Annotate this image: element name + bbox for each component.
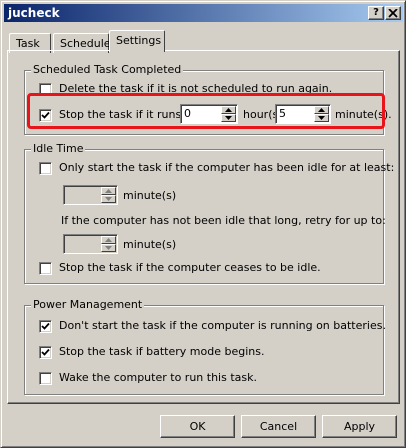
minutes-down-button[interactable] bbox=[314, 114, 329, 122]
apply-button[interactable]: Apply bbox=[322, 415, 397, 438]
checkmark-icon bbox=[41, 111, 50, 119]
idle-minutes-spinner[interactable] bbox=[63, 185, 118, 205]
window-title: jucheck bbox=[8, 6, 60, 20]
hours-spinner-buttons bbox=[221, 106, 236, 122]
arrow-up-icon bbox=[225, 108, 232, 112]
retry-minutes-spinner[interactable] bbox=[63, 234, 118, 254]
minutes-spinner-buttons bbox=[314, 106, 329, 122]
scheduled-task-completed-legend: Scheduled Task Completed bbox=[31, 63, 184, 76]
retry-down-button[interactable] bbox=[101, 244, 116, 252]
dont-start-on-batteries-checkbox[interactable] bbox=[39, 320, 52, 333]
arrow-down-icon bbox=[225, 116, 232, 120]
only-start-if-idle-label: Only start the task if the computer has … bbox=[59, 161, 395, 174]
power-management-legend: Power Management bbox=[31, 298, 145, 311]
idle-time-legend: Idle Time bbox=[31, 142, 86, 155]
arrow-down-icon bbox=[105, 246, 112, 250]
minutes-spinner[interactable]: 5 bbox=[275, 104, 331, 124]
title-bar[interactable]: jucheck ? bbox=[4, 4, 403, 22]
idle-time-group: Idle Time Only start the task if the com… bbox=[24, 142, 394, 284]
tab-schedule-label: Schedule bbox=[60, 37, 111, 50]
wake-to-run-checkbox[interactable] bbox=[39, 372, 52, 385]
hours-spinner[interactable]: 0 bbox=[180, 104, 238, 124]
dont-start-on-batteries-label: Don't start the task if the computer is … bbox=[59, 319, 386, 332]
minutes-label: minute(s). bbox=[335, 108, 392, 121]
stop-if-battery-mode-checkbox[interactable] bbox=[39, 346, 52, 359]
tab-settings-label: Settings bbox=[116, 34, 162, 47]
arrow-up-icon bbox=[105, 238, 112, 242]
tab-settings[interactable]: Settings bbox=[109, 30, 165, 52]
idle-spinner-buttons bbox=[101, 187, 116, 203]
arrow-down-icon bbox=[105, 197, 112, 201]
dialog-window: jucheck ? Task Schedule Settings Schedul… bbox=[0, 0, 406, 448]
idle-down-button[interactable] bbox=[101, 195, 116, 203]
retry-minutes-label: minute(s) bbox=[123, 238, 177, 251]
retry-up-button[interactable] bbox=[101, 236, 116, 244]
settings-panel: Scheduled Task Completed Delete the task… bbox=[7, 50, 400, 404]
cancel-button[interactable]: Cancel bbox=[241, 415, 316, 438]
delete-if-not-scheduled-checkbox[interactable] bbox=[39, 83, 52, 96]
idle-minutes-label: minute(s) bbox=[123, 189, 177, 202]
idle-up-button[interactable] bbox=[101, 187, 116, 195]
arrow-up-icon bbox=[105, 189, 112, 193]
wake-to-run-label: Wake the computer to run this task. bbox=[59, 371, 257, 384]
close-button[interactable] bbox=[385, 6, 401, 20]
retry-spinner-buttons bbox=[101, 236, 116, 252]
checkmark-icon bbox=[41, 348, 50, 356]
hours-value: 0 bbox=[184, 107, 191, 120]
stop-if-runs-for-checkbox[interactable] bbox=[39, 109, 52, 122]
stop-if-ceases-idle-label: Stop the task if the computer ceases to … bbox=[59, 261, 321, 274]
only-start-if-idle-checkbox[interactable] bbox=[39, 162, 52, 175]
checkmark-icon bbox=[41, 322, 50, 330]
stop-if-ceases-idle-checkbox[interactable] bbox=[39, 262, 52, 275]
scheduled-task-completed-group: Scheduled Task Completed Delete the task… bbox=[24, 63, 392, 135]
close-icon bbox=[388, 8, 398, 18]
delete-if-not-scheduled-label: Delete the task if it is not scheduled t… bbox=[59, 82, 333, 95]
power-management-group: Power Management Don't start the task if… bbox=[24, 298, 386, 395]
help-button[interactable]: ? bbox=[368, 6, 384, 20]
retry-text: If the computer has not been idle that l… bbox=[61, 214, 386, 227]
arrow-up-icon bbox=[318, 108, 325, 112]
hours-up-button[interactable] bbox=[221, 106, 236, 114]
minutes-up-button[interactable] bbox=[314, 106, 329, 114]
arrow-down-icon bbox=[318, 116, 325, 120]
ok-button[interactable]: OK bbox=[160, 415, 235, 438]
hours-down-button[interactable] bbox=[221, 114, 236, 122]
stop-if-battery-mode-label: Stop the task if battery mode begins. bbox=[59, 345, 265, 358]
minutes-value: 5 bbox=[279, 107, 286, 120]
tab-task-label: Task bbox=[16, 37, 40, 50]
